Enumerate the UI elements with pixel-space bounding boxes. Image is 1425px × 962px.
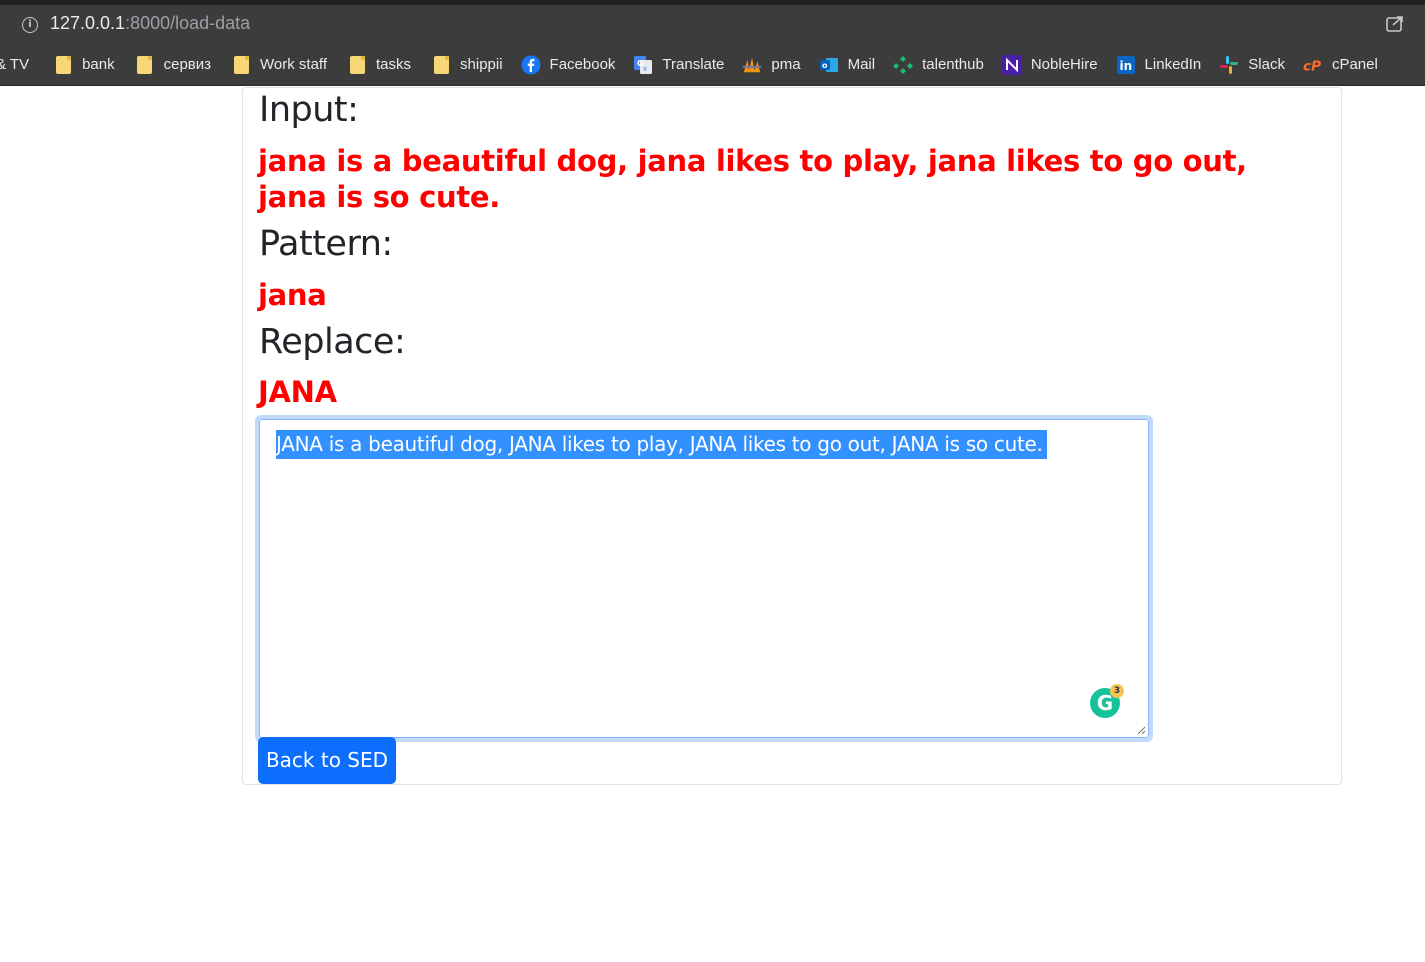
bookmark-label: tasks	[376, 56, 412, 73]
bookmark-noblehire[interactable]: NobleHire	[994, 50, 1106, 80]
replace-heading: Replace:	[259, 322, 406, 362]
input-value-line-1: jana is a beautiful dog, jana likes to p…	[258, 144, 1247, 178]
pattern-heading: Pattern:	[259, 224, 393, 264]
output-textarea[interactable]: JANA is a beautiful dog, JANA likes to p…	[259, 419, 1149, 738]
url-text[interactable]: 127.0.0.1:8000/load-data	[50, 13, 250, 34]
resize-handle-icon[interactable]	[1136, 725, 1146, 735]
bookmark-work-staff[interactable]: Work staff	[223, 50, 335, 80]
bookmark-facebook[interactable]: Facebook	[513, 50, 624, 80]
folder-icon	[347, 55, 367, 75]
linkedin-icon: in	[1116, 55, 1136, 75]
bookmark-label: cPanel	[1331, 56, 1378, 73]
bookmark-pma[interactable]: pma	[734, 50, 808, 80]
translate-icon: Gx	[633, 55, 653, 75]
url-field[interactable]: i 127.0.0.1:8000/load-data	[0, 9, 1425, 39]
bookmarks-bar: & TV bank сервиз Work staff tasks shippi…	[0, 44, 1425, 86]
folder-icon	[231, 55, 251, 75]
result-card: Input: jana is a beautiful dog, jana lik…	[242, 87, 1342, 785]
browser-address-bar: i 127.0.0.1:8000/load-data	[0, 0, 1425, 44]
input-value: jana is a beautiful dog, jana likes to p…	[258, 143, 1247, 215]
pattern-value: jana	[258, 278, 327, 312]
folder-icon	[135, 55, 155, 75]
input-value-line-2: jana is so cute.	[258, 180, 500, 214]
site-info-icon[interactable]: i	[22, 17, 38, 33]
folder-icon	[431, 55, 451, 75]
bookmark-label: & TV	[0, 56, 30, 73]
replace-value: JANA	[258, 375, 337, 409]
bookmark-label: bank	[82, 56, 115, 73]
output-textarea-focus-ring: JANA is a beautiful dog, JANA likes to p…	[255, 415, 1153, 742]
url-host: 127.0.0.1	[50, 13, 126, 33]
bookmark-cpanel[interactable]: cP cPanel	[1295, 50, 1386, 80]
share-icon[interactable]	[1385, 14, 1405, 34]
bookmark-shippii[interactable]: shippii	[423, 50, 511, 80]
bookmark-label: LinkedIn	[1144, 56, 1202, 73]
bookmark-label: Slack	[1248, 56, 1285, 73]
cpanel-icon: cP	[1303, 55, 1323, 75]
bookmark-translate[interactable]: Gx Translate	[625, 50, 732, 80]
bookmark-label: Translate	[662, 56, 725, 73]
bookmark-label: NobleHire	[1030, 56, 1098, 73]
noblehire-icon	[1001, 54, 1022, 75]
svg-text:o: o	[822, 61, 828, 70]
slack-icon	[1219, 55, 1239, 75]
bookmark-tv[interactable]: & TV	[0, 50, 37, 80]
bookmark-label: talenthub	[922, 56, 984, 73]
svg-text:in: in	[1119, 59, 1132, 73]
bookmark-bank[interactable]: bank	[45, 50, 123, 80]
bookmark-label: сервиз	[163, 56, 212, 73]
input-heading: Input:	[259, 90, 359, 130]
svg-text:x: x	[643, 65, 647, 73]
back-to-sed-button[interactable]: Back to SED	[258, 737, 396, 784]
output-text-selection: JANA is a beautiful dog, JANA likes to p…	[276, 430, 1047, 459]
talenthub-icon	[893, 55, 914, 75]
bookmark-label: Facebook	[549, 56, 616, 73]
bookmark-label: Mail	[847, 56, 876, 73]
phpmyadmin-icon	[742, 55, 762, 75]
bookmark-slack[interactable]: Slack	[1211, 50, 1293, 80]
bookmark-talenthub[interactable]: talenthub	[885, 50, 992, 80]
bookmark-label: Work staff	[260, 56, 327, 73]
grammarly-count-badge: 3	[1110, 684, 1124, 698]
bookmark-tasks[interactable]: tasks	[339, 50, 419, 80]
facebook-icon	[521, 55, 541, 75]
bookmark-linkedin[interactable]: in LinkedIn	[1108, 50, 1210, 80]
bookmark-label: shippii	[460, 56, 503, 73]
outlook-icon: o	[819, 55, 839, 75]
bookmark-mail[interactable]: o Mail	[811, 50, 884, 80]
bookmark-label: pma	[771, 56, 801, 73]
bookmark-servis[interactable]: сервиз	[127, 50, 219, 80]
url-path: :8000/load-data	[125, 13, 251, 33]
svg-text:cP: cP	[1303, 58, 1321, 74]
folder-icon	[53, 55, 73, 75]
